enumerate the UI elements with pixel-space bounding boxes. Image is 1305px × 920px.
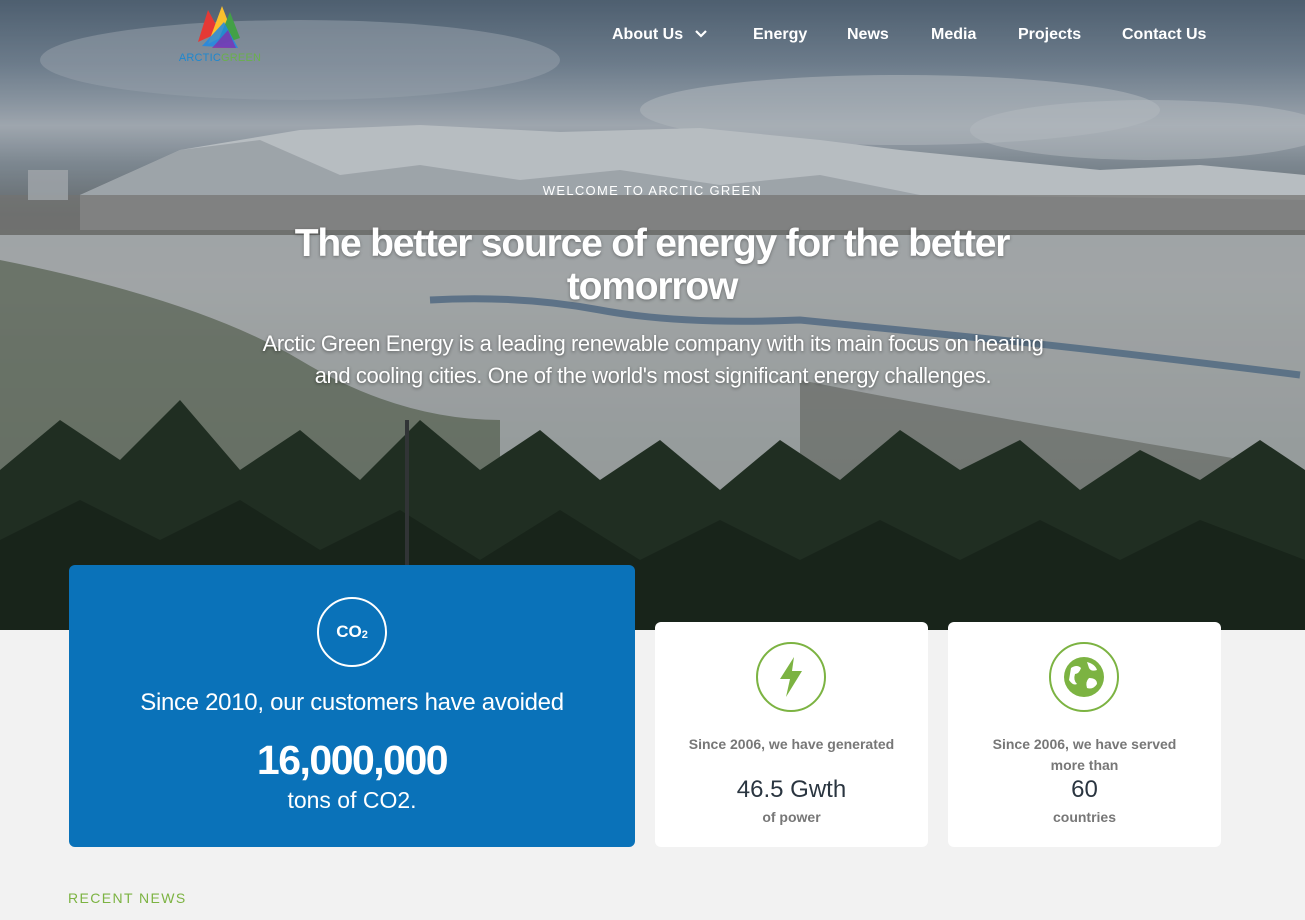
lightning-icon: [756, 642, 826, 712]
nav-item-label: About Us: [612, 26, 684, 44]
logo-wordmark: ARCTICGREEN: [178, 52, 262, 64]
main-nav: About Us Energy News Media Projects Cont…: [0, 24, 1305, 48]
stat-value: 16,000,000: [256, 737, 449, 783]
nav-item-contact-us[interactable]: Contact Us: [1122, 26, 1206, 44]
nav-item-energy[interactable]: Energy: [753, 26, 807, 44]
stat-post: countries: [1052, 809, 1116, 825]
stat-card-countries: Since 2006, we have served more than 60 …: [948, 622, 1221, 847]
stat-pre: Since 2006, we have generated: [688, 736, 895, 752]
nav-item-media[interactable]: Media: [931, 26, 976, 44]
nav-item-projects[interactable]: Projects: [1018, 26, 1081, 44]
stat-card-power: Since 2006, we have generated 46.5 Gwth …: [655, 622, 928, 847]
nav-item-about-us[interactable]: About Us: [612, 26, 708, 44]
nav-item-news[interactable]: News: [847, 26, 889, 44]
co2-icon: CO 2: [317, 597, 387, 667]
stat-unit: tons of CO2.: [287, 787, 417, 813]
chevron-down-icon: [694, 26, 708, 44]
stat-pre: Since 2006, we have served more than: [992, 736, 1177, 773]
hero-eyebrow: WELCOME TO ARCTIC GREEN: [542, 183, 763, 198]
hero-banner: [0, 0, 1305, 630]
stat-card-co2: CO 2 Since 2010, our customers have avoid…: [69, 565, 635, 847]
stat-post: of power: [762, 809, 821, 825]
stat-label: Since 2010, our customers have avoided: [140, 689, 564, 716]
stat-value: 60: [1071, 776, 1098, 803]
stat-value: 46.5 Gwth: [736, 776, 847, 803]
recent-news-heading: RECENT NEWS: [68, 890, 187, 906]
hero-lead: Arctic Green Energy is a leading renewab…: [262, 331, 1044, 388]
hero-headline: The better source of energy for the bett…: [294, 222, 1011, 308]
globe-icon: [1049, 642, 1119, 712]
